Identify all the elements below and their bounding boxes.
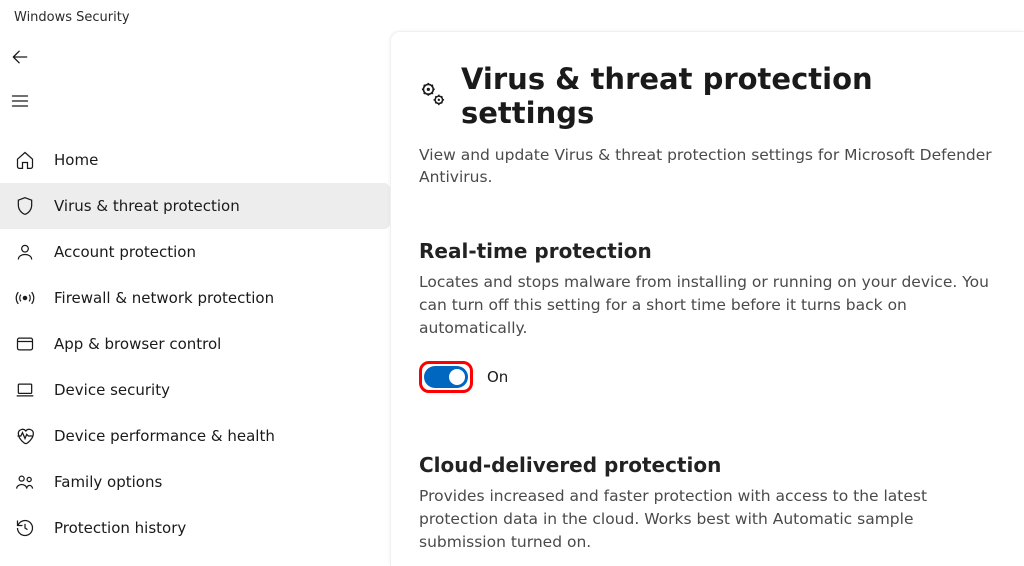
sidebar-item-label: Virus & threat protection: [54, 197, 240, 215]
sidebar-item-label: Family options: [54, 473, 162, 491]
back-button[interactable]: [10, 37, 50, 77]
sidebar-item-label: App & browser control: [54, 335, 221, 353]
broadcast-icon: [14, 287, 36, 309]
window-icon: [14, 333, 36, 355]
realtime-title: Real-time protection: [419, 239, 1004, 263]
cloud-title: Cloud-delivered protection: [419, 453, 1004, 477]
content-pane: Virus & threat protection settings View …: [390, 31, 1024, 566]
menu-button[interactable]: [10, 81, 50, 121]
realtime-toggle[interactable]: [424, 366, 468, 388]
sidebar-item-label: Account protection: [54, 243, 196, 261]
page-description: View and update Virus & threat protectio…: [419, 144, 1004, 189]
family-icon: [14, 471, 36, 493]
sidebar-item-history[interactable]: Protection history: [0, 505, 390, 551]
sidebar-item-label: Device performance & health: [54, 427, 275, 445]
home-icon: [14, 149, 36, 171]
sidebar: Home Virus & threat protection Account p…: [0, 31, 390, 566]
sidebar-item-label: Device security: [54, 381, 170, 399]
history-icon: [14, 517, 36, 539]
sidebar-item-label: Firewall & network protection: [54, 289, 274, 307]
sidebar-item-virus-threat[interactable]: Virus & threat protection: [0, 183, 390, 229]
sidebar-item-firewall[interactable]: Firewall & network protection: [0, 275, 390, 321]
toggle-knob: [449, 369, 465, 385]
nav-list: Home Virus & threat protection Account p…: [0, 137, 390, 551]
hamburger-icon: [10, 91, 30, 111]
cloud-description: Provides increased and faster protection…: [419, 485, 999, 555]
shield-icon: [14, 195, 36, 217]
sidebar-item-app-browser[interactable]: App & browser control: [0, 321, 390, 367]
realtime-toggle-label: On: [487, 368, 508, 386]
toggle-highlight: [419, 361, 473, 393]
heart-icon: [14, 425, 36, 447]
laptop-icon: [14, 379, 36, 401]
page-title: Virus & threat protection settings: [461, 62, 1004, 130]
app-title: Windows Security: [0, 0, 1024, 31]
sidebar-item-family[interactable]: Family options: [0, 459, 390, 505]
sidebar-item-home[interactable]: Home: [0, 137, 390, 183]
arrow-left-icon: [10, 47, 30, 67]
person-icon: [14, 241, 36, 263]
sidebar-item-account[interactable]: Account protection: [0, 229, 390, 275]
sidebar-item-label: Protection history: [54, 519, 186, 537]
sidebar-item-performance[interactable]: Device performance & health: [0, 413, 390, 459]
sidebar-item-label: Home: [54, 151, 98, 169]
gears-icon: [419, 80, 447, 112]
sidebar-item-device-security[interactable]: Device security: [0, 367, 390, 413]
realtime-description: Locates and stops malware from installin…: [419, 271, 999, 341]
